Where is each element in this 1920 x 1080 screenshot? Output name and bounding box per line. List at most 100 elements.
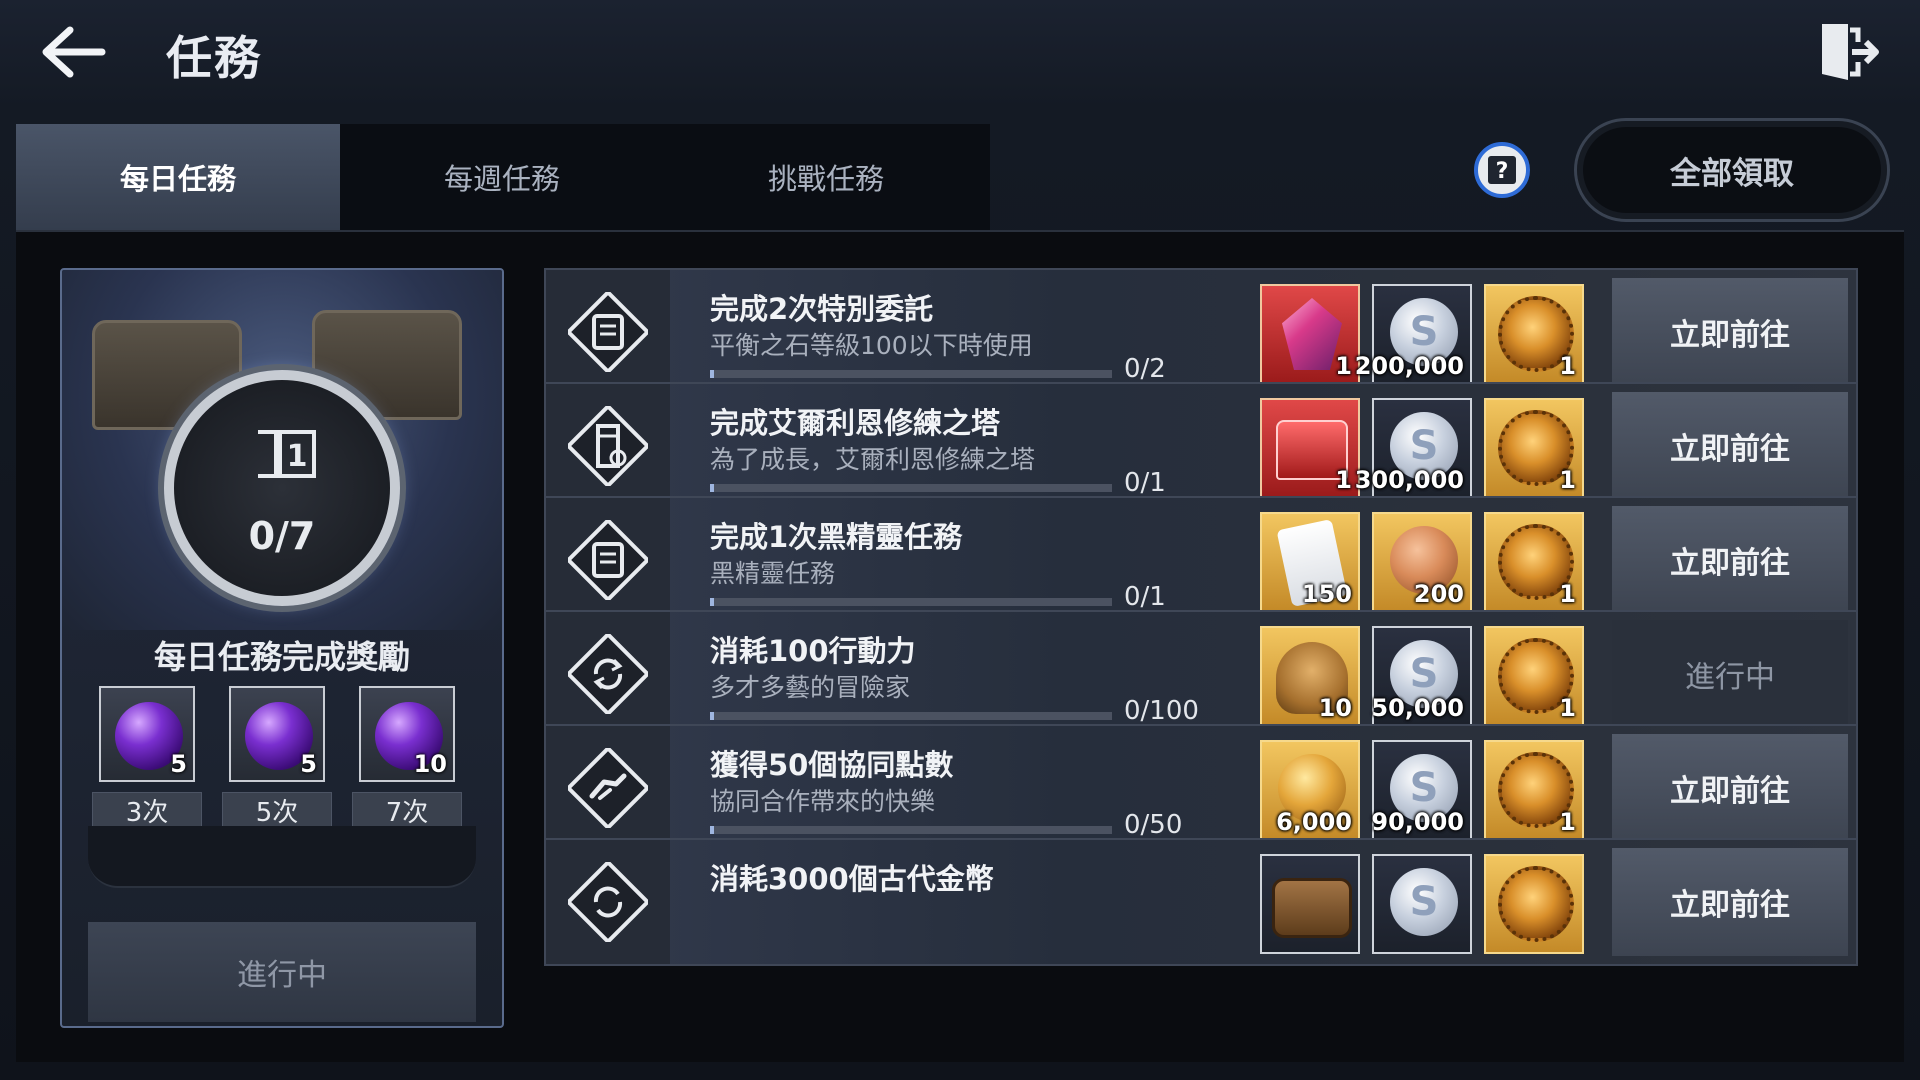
reward-barrel[interactable] (1260, 854, 1360, 954)
quest-title: 消耗100行動力 (710, 634, 916, 668)
milestone-5[interactable]: 5 5次 (222, 686, 332, 828)
scroll-quest-icon (568, 292, 648, 372)
quest-progress-bar (710, 598, 1112, 606)
quest-row: 消耗3000個古代金幣 S 立即前往 (544, 838, 1858, 966)
reward-qty: 1 (1335, 466, 1352, 494)
reward-gear[interactable]: 1 (1484, 626, 1584, 726)
milestone-qty: 5 (300, 750, 317, 778)
quest-progress-bar (710, 370, 1112, 378)
quest-description: 為了成長，艾爾利恩修練之塔 (710, 445, 1036, 474)
milestone-qty: 5 (170, 750, 187, 778)
reward-qty: 200,000 (1354, 352, 1464, 380)
quest-count: 0/1 (1124, 468, 1166, 498)
daily-progress-count: 0/7 (248, 514, 316, 558)
go-now-button[interactable]: 立即前往 (1612, 278, 1848, 386)
quest-count: 0/50 (1124, 810, 1183, 840)
barrel-icon (1272, 878, 1352, 938)
milestone-7[interactable]: 10 7次 (352, 686, 462, 828)
quest-title: 獲得50個協同點數 (710, 748, 954, 782)
reward-gear[interactable]: 1 (1484, 512, 1584, 612)
reward-gear[interactable]: 1 (1484, 740, 1584, 840)
reward-qty: 300,000 (1354, 466, 1464, 494)
milestone-label: 5次 (222, 792, 332, 828)
quest-progress-fill (710, 712, 714, 720)
reward-qty: 90,000 (1371, 808, 1464, 836)
reward-qty: 1 (1559, 808, 1576, 836)
quest-row: 完成2次特別委託 平衡之石等級100以下時使用 0/2 1 S 200,000 1… (544, 268, 1858, 396)
daily-reward-title: 每日任務完成獎勵 (153, 638, 410, 676)
milestone-label: 3次 (92, 792, 202, 828)
quest-description: 平衡之石等級100以下時使用 (710, 331, 1033, 360)
quest-row: 獲得50個協同點數 協同合作帶來的快樂 0/50 6,000 S 90,000 1… (544, 724, 1858, 852)
reward-gold[interactable]: 6,000 (1260, 740, 1360, 840)
go-now-button[interactable]: 立即前往 (1612, 848, 1848, 956)
reward-silver[interactable]: S 90,000 (1371, 740, 1472, 840)
exit-icon[interactable] (1812, 18, 1880, 86)
reward-red-chest[interactable]: 1 (1260, 398, 1360, 498)
reward-bag[interactable]: 10 (1260, 626, 1360, 726)
tab-daily[interactable]: 每日任務 (16, 124, 340, 230)
quest-title: 消耗3000個古代金幣 (710, 862, 994, 896)
tab-weekly[interactable]: 每週任務 (340, 124, 664, 230)
quest-progress-bar (710, 712, 1112, 720)
quest-tabs: 每日任務 每週任務 挑戰任務 (16, 124, 990, 230)
tower-quest-icon (568, 406, 648, 486)
go-now-button[interactable]: 立即前往 (1612, 506, 1848, 614)
reward-qty: 1 (1335, 352, 1352, 380)
reward-gear[interactable] (1484, 854, 1584, 954)
daily-progress-ring: 1 0/7 (164, 370, 400, 606)
reward-silver[interactable]: S 200,000 (1355, 284, 1472, 384)
daily-reward-status-button[interactable]: 進行中 (88, 922, 476, 1022)
quest-title: 完成艾爾利恩修練之塔 (710, 406, 1001, 440)
refresh-quest-icon (568, 634, 648, 714)
reward-silver[interactable]: S 50,000 (1371, 626, 1472, 726)
tab-challenge[interactable]: 挑戰任務 (664, 124, 988, 230)
refresh-quest-icon (568, 862, 648, 942)
reward-qty: 1 (1559, 352, 1576, 380)
reward-scroll[interactable]: 150 (1260, 512, 1360, 612)
help-book-icon[interactable]: ? (1474, 142, 1530, 198)
reward-gear[interactable]: 1 (1484, 398, 1584, 498)
milestone-qty: 10 (413, 750, 447, 778)
quest-progress-fill (710, 484, 714, 492)
svg-text:?: ? (1496, 159, 1509, 184)
reward-silver[interactable]: S (1372, 854, 1472, 954)
reward-qty: 150 (1301, 580, 1352, 608)
reward-qty: 1 (1559, 694, 1576, 722)
in-progress-button[interactable]: 進行中 (1612, 620, 1848, 728)
reward-gear[interactable]: 1 (1484, 284, 1584, 384)
quest-title: 完成2次特別委託 (710, 292, 934, 326)
silver-coin-icon: S (1390, 868, 1458, 936)
quest-count: 0/1 (1124, 582, 1166, 612)
quest-screen: 任務 每日任務 每週任務 挑戰任務 ? 全部領取 1 0/7 每日任務完成獎勵 … (0, 0, 1920, 1080)
gear-medal-icon (1498, 866, 1574, 942)
go-now-button[interactable]: 立即前往 (1612, 734, 1848, 842)
back-arrow-icon[interactable] (38, 22, 108, 82)
quest-list: 完成2次特別委託 平衡之石等級100以下時使用 0/2 1 S 200,000 1… (544, 268, 1858, 1030)
quest-row: 消耗100行動力 多才多藝的冒險家 0/100 10 S 50,000 1 進行中 (544, 610, 1858, 738)
go-now-button[interactable]: 立即前往 (1612, 392, 1848, 500)
daily-reward-card: 1 0/7 每日任務完成獎勵 5 3次 5 5次 10 7次 進行中 (60, 268, 504, 1028)
page-title: 任務 (166, 31, 262, 85)
quest-description: 協同合作帶來的快樂 (710, 787, 936, 816)
quest-description: 黑精靈任務 (710, 559, 836, 588)
reward-silver[interactable]: S 300,000 (1355, 398, 1472, 498)
crystal-icon (1282, 298, 1342, 370)
top-bar: 任務 (0, 0, 1920, 110)
svg-text:1: 1 (287, 439, 308, 474)
quest-progress-bar (710, 826, 1112, 834)
quest-description: 多才多藝的冒險家 (710, 673, 911, 702)
quest-progress-fill (710, 826, 714, 834)
quest-progress-bar (710, 484, 1112, 492)
reward-bronze[interactable]: 200 (1372, 512, 1472, 612)
reward-qty: 50,000 (1371, 694, 1464, 722)
scroll-quest-icon (568, 520, 648, 600)
handshake-quest-icon (568, 748, 648, 828)
claim-all-button[interactable]: 全部領取 (1574, 118, 1890, 222)
quest-scroll-icon: 1 (258, 430, 316, 478)
milestone-progress-bar (88, 826, 476, 888)
reward-qty: 10 (1318, 694, 1352, 722)
reward-crystal[interactable]: 1 (1260, 284, 1360, 384)
quest-count: 0/100 (1124, 696, 1199, 726)
milestone-3[interactable]: 5 3次 (92, 686, 202, 828)
